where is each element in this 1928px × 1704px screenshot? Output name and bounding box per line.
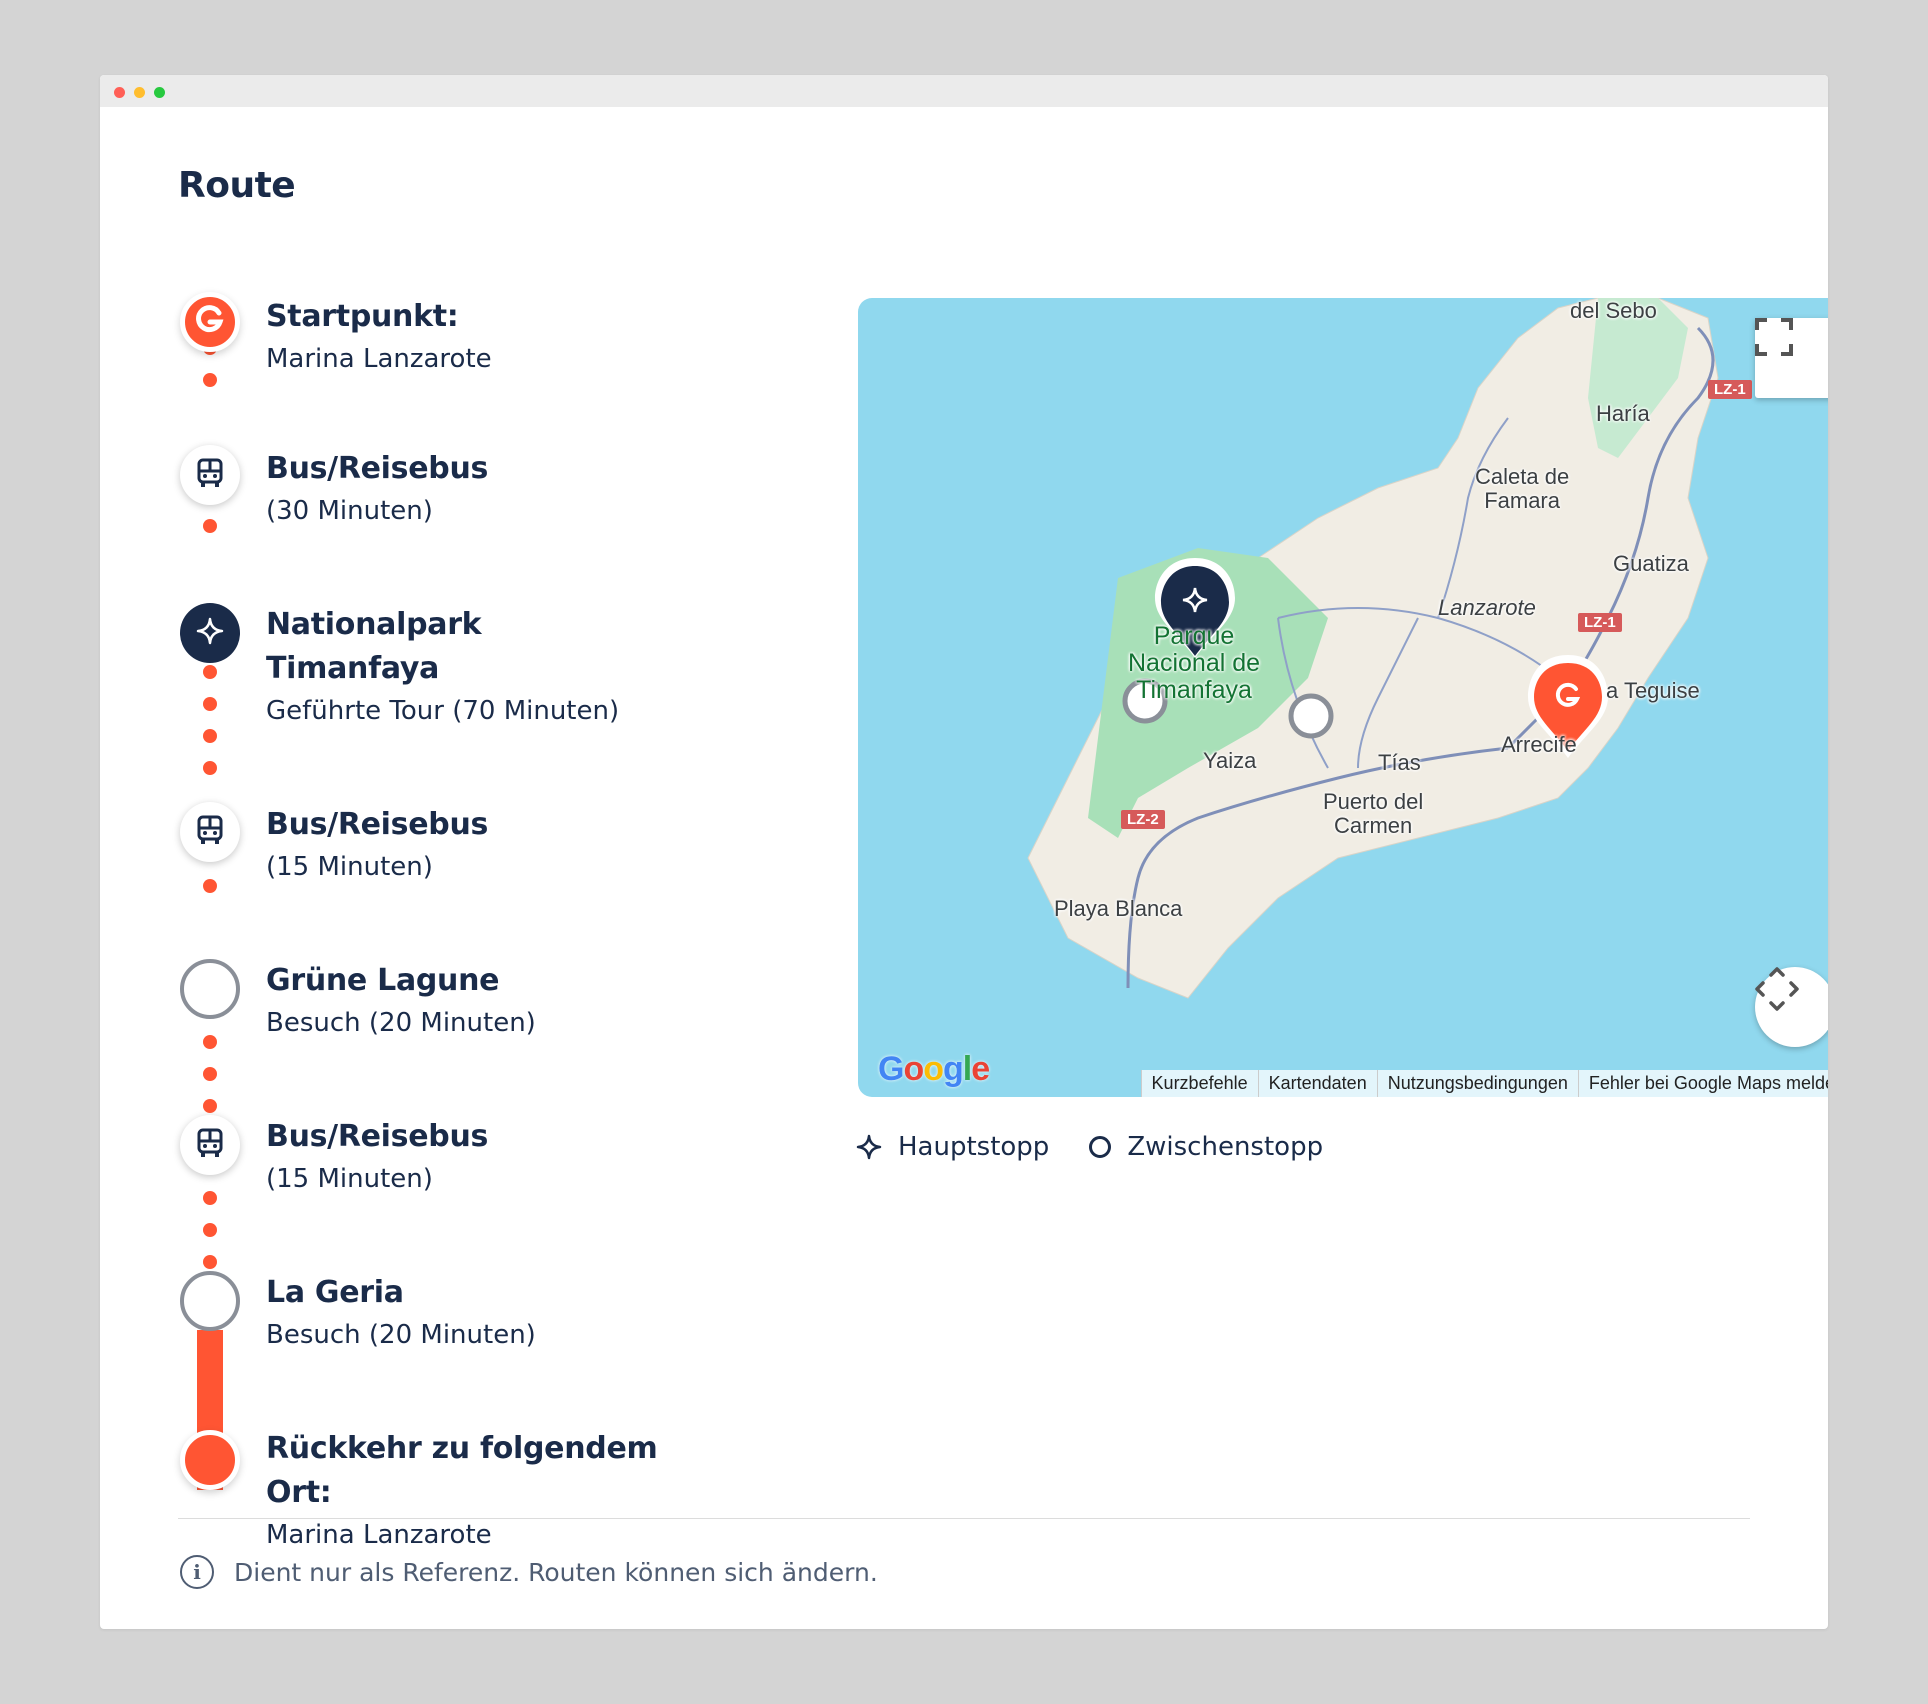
route-heading: Route [178, 165, 296, 206]
minimize-window-button[interactable] [134, 87, 145, 98]
step-title-line2: Ort: [266, 1475, 332, 1510]
map-place-label: Lanzarote [1438, 595, 1536, 620]
report-error-link[interactable]: Fehler bei Google Maps melden [1577, 1070, 1828, 1097]
step-title: Startpunkt: [266, 299, 459, 334]
legend-intermediate-label: Zwischenstopp [1127, 1132, 1324, 1162]
map-stop-marker [1288, 693, 1334, 739]
step-title-line1: Nationalpark [266, 607, 482, 642]
recenter-button[interactable] [1755, 967, 1828, 1047]
start-step: Startpunkt: Marina Lanzarote [266, 295, 686, 379]
step-subtitle: Besuch (20 Minuten) [266, 1008, 536, 1038]
shortcuts-link[interactable]: Kurzbefehle [1140, 1070, 1258, 1097]
sparkle-icon [856, 1134, 882, 1160]
disclaimer-text: Dient nur als Referenz. Routen können si… [234, 1557, 878, 1587]
google-logo: Google [878, 1050, 990, 1088]
map-park-label: Parque Nacional de Timanfaya [1128, 622, 1261, 704]
map-attribution-bar: Kurzbefehle Kartendaten Nutzungsbedingun… [1140, 1070, 1828, 1097]
route-map[interactable]: del Sebo Haría Caleta de Famara Guatiza … [858, 298, 1828, 1097]
main-step: Nationalpark Timanfaya Geführte Tour (70… [266, 603, 686, 731]
window-titlebar [100, 75, 1828, 107]
map-place-label: Playa Blanca [1054, 896, 1183, 921]
sparkle-icon [195, 616, 225, 650]
step-title: Bus/Reisebus [266, 451, 489, 486]
browser-window: Route Startpunkt: Marina Lanzarote Bus/R… [100, 75, 1828, 1629]
fullscreen-button[interactable] [1755, 318, 1828, 398]
disclaimer: i Dient nur als Referenz. Routen können … [180, 1555, 878, 1589]
main-stop-marker [180, 603, 240, 663]
step-title-line2: Timanfaya [266, 651, 440, 686]
road-badge: LZ-1 [1578, 613, 1622, 632]
map-place-label: Arrecife [1501, 732, 1577, 757]
bus-marker [180, 802, 240, 862]
step-title: Grüne Lagune [266, 963, 500, 998]
bus-marker [180, 445, 240, 505]
transport-step: Bus/Reisebus (15 Minuten) [266, 1115, 686, 1199]
step-subtitle: (15 Minuten) [266, 852, 433, 882]
bus-icon [196, 458, 224, 492]
info-icon: i [180, 1555, 214, 1589]
step-subtitle: (30 Minuten) [266, 496, 433, 526]
close-window-button[interactable] [114, 87, 125, 98]
bus-icon [196, 1128, 224, 1162]
step-title-line1: Rückkehr zu folgendem [266, 1431, 658, 1466]
end-marker [180, 1430, 240, 1490]
end-step: Rückkehr zu folgendem Ort: Marina Lanzar… [266, 1427, 686, 1555]
bus-marker [180, 1115, 240, 1175]
stop-step: La Geria Besuch (20 Minuten) [266, 1271, 686, 1355]
step-subtitle: Marina Lanzarote [266, 344, 492, 374]
circle-stop-icon [1089, 1136, 1112, 1158]
step-subtitle: Geführte Tour (70 Minuten) [266, 696, 620, 726]
bus-icon [196, 815, 224, 849]
footer-divider [178, 1518, 1750, 1519]
intermediate-stop-marker [180, 1271, 240, 1331]
map-place-label: a Teguise [1606, 678, 1700, 703]
map-place-label: Caleta de Famara [1475, 464, 1570, 513]
map-place-label: del Sebo [1570, 298, 1657, 323]
step-title: La Geria [266, 1275, 404, 1310]
legend-intermediate-stop: Zwischenstopp [1089, 1132, 1323, 1162]
legend-main-stop: Hauptstopp [856, 1132, 1049, 1162]
map-place-label: Haría [1596, 401, 1650, 426]
route-connector [203, 665, 217, 815]
map-place-label: Guatiza [1613, 551, 1689, 576]
road-badge: LZ-2 [1121, 810, 1165, 829]
terms-link[interactable]: Nutzungsbedingungen [1376, 1070, 1578, 1097]
legend-main-label: Hauptstopp [898, 1132, 1050, 1162]
maximize-window-button[interactable] [154, 87, 165, 98]
step-subtitle: (15 Minuten) [266, 1164, 433, 1194]
transport-step: Bus/Reisebus (15 Minuten) [266, 803, 686, 887]
step-subtitle: Besuch (20 Minuten) [266, 1320, 536, 1350]
step-subtitle: Marina Lanzarote [266, 1520, 492, 1550]
start-marker [180, 292, 240, 352]
stop-step: Grüne Lagune Besuch (20 Minuten) [266, 959, 686, 1043]
map-legend: Hauptstopp Zwischenstopp [856, 1132, 1363, 1162]
road-badge: LZ-1 [1708, 380, 1752, 399]
step-title: Bus/Reisebus [266, 807, 489, 842]
getyourguide-logo-icon [195, 305, 225, 339]
intermediate-stop-marker [180, 959, 240, 1019]
route-timeline: Startpunkt: Marina Lanzarote Bus/Reisebu… [178, 225, 678, 1550]
map-place-label: Yaiza [1203, 748, 1257, 773]
step-title: Bus/Reisebus [266, 1119, 489, 1154]
map-place-label: Tías [1378, 750, 1421, 775]
map-place-label: Puerto del Carmen [1323, 789, 1424, 838]
map-data-link[interactable]: Kartendaten [1257, 1070, 1377, 1097]
transport-step: Bus/Reisebus (30 Minuten) [266, 447, 686, 531]
